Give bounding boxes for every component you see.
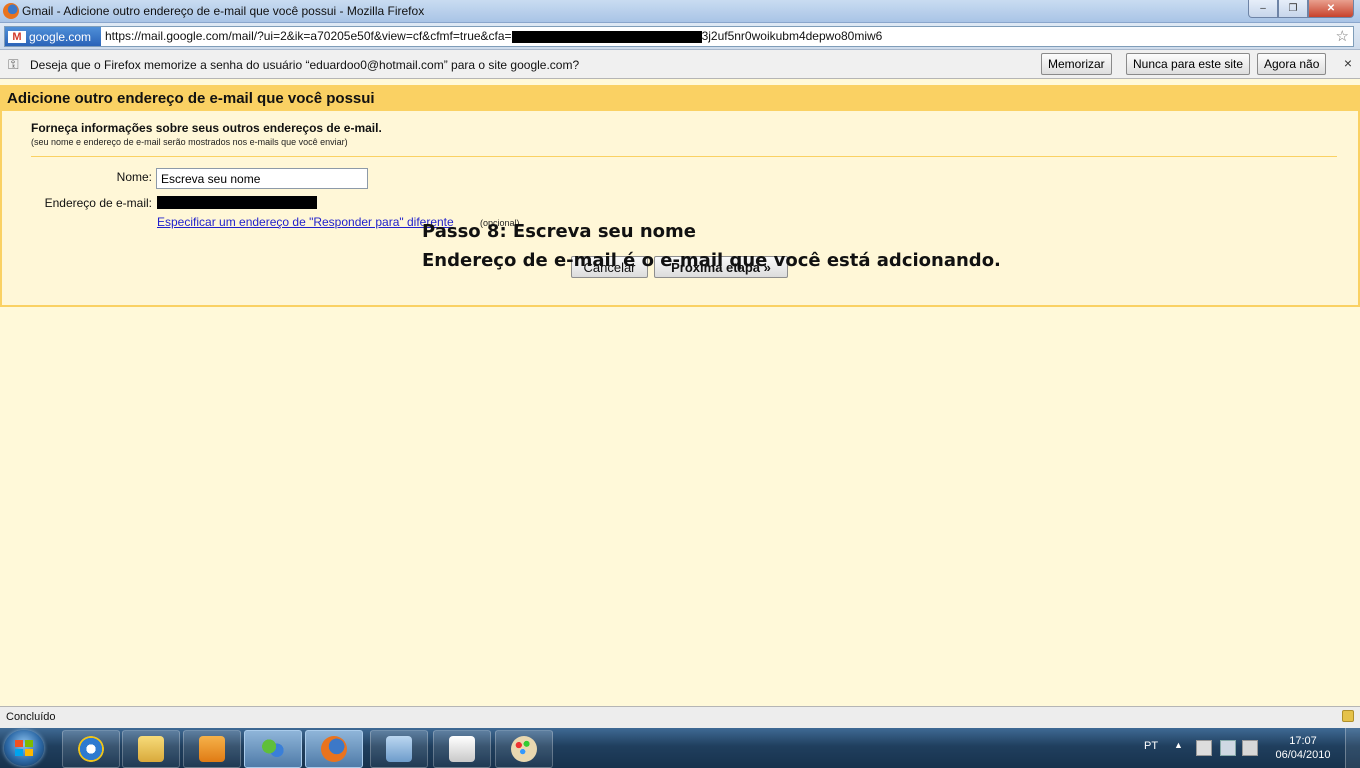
- email-field-redacted[interactable]: [157, 196, 317, 209]
- redacted-block: [511, 30, 702, 43]
- page-title: Adicione outro endereço de e-mail que vo…: [7, 90, 375, 107]
- taskbar-internet-explorer[interactable]: [62, 730, 120, 768]
- name-input[interactable]: [156, 168, 368, 189]
- taskbar-media-player[interactable]: [183, 730, 241, 768]
- minimize-button[interactable]: –: [1248, 0, 1278, 18]
- gmail-icon: M: [8, 30, 26, 43]
- intro-heading: Forneça informações sobre seus outros en…: [31, 121, 382, 135]
- add-email-panel: Adicione outro endereço de e-mail que vo…: [0, 85, 1360, 307]
- key-icon: ⚿: [8, 56, 19, 72]
- action-center-icon[interactable]: [1196, 740, 1212, 756]
- paint-icon: [511, 736, 537, 762]
- jcreator-icon: [386, 736, 412, 762]
- email-label: Endereço de e-mail:: [44, 196, 152, 210]
- windows-logo-icon: [15, 740, 33, 756]
- volume-icon[interactable]: [1242, 740, 1258, 756]
- site-identity-label: google.com: [29, 29, 92, 44]
- status-text: Concluído: [6, 711, 56, 723]
- language-indicator[interactable]: PT: [1144, 740, 1158, 752]
- password-notification-bar: ⚿ Deseja que o Firefox memorize a senha …: [0, 50, 1360, 79]
- firefox-icon: [321, 736, 347, 762]
- site-identity-button[interactable]: M google.com: [5, 27, 101, 46]
- window-title: Gmail - Adicione outro endereço de e-mai…: [22, 4, 425, 18]
- taskbar-paint[interactable]: [495, 730, 553, 768]
- name-label: Nome:: [116, 170, 152, 184]
- taskbar-firefox[interactable]: [305, 730, 363, 768]
- never-save-button[interactable]: Nunca para este site: [1126, 53, 1251, 75]
- taskbar-notepad[interactable]: [433, 730, 491, 768]
- notepad-icon: [449, 736, 475, 762]
- maximize-button[interactable]: ❐: [1278, 0, 1308, 18]
- media-player-icon: [199, 736, 225, 762]
- internet-explorer-icon: [78, 736, 104, 762]
- close-notification-icon[interactable]: ×: [1344, 55, 1352, 71]
- intro-subtext: (seu nome e endereço de e-mail serão mos…: [31, 137, 348, 147]
- start-button[interactable]: [4, 730, 44, 766]
- taskbar-explorer[interactable]: [122, 730, 180, 768]
- taskbar-jcreator[interactable]: [370, 730, 428, 768]
- page-content: Adicione outro endereço de e-mail que vo…: [0, 79, 1360, 706]
- lock-icon: [1342, 710, 1354, 722]
- taskbar-messenger[interactable]: [244, 730, 302, 768]
- folder-icon: [138, 736, 164, 762]
- tutorial-step-text: Passo 8: Escreva seu nome: [422, 221, 696, 242]
- status-bar: Concluído: [0, 706, 1360, 729]
- navigation-bar: M google.com https://mail.google.com/mai…: [0, 23, 1360, 50]
- address-bar[interactable]: M google.com https://mail.google.com/mai…: [4, 26, 1354, 47]
- network-icon[interactable]: [1220, 740, 1236, 756]
- system-tray: PT ▲ 17:07 06/04/2010: [1138, 728, 1360, 768]
- reply-to-link[interactable]: Especificar um endereço de "Responder pa…: [157, 215, 454, 229]
- show-hidden-icons-icon[interactable]: ▲: [1174, 740, 1183, 750]
- password-message: Deseja que o Firefox memorize a senha do…: [30, 58, 580, 72]
- clock-time: 17:07: [1289, 735, 1317, 747]
- bookmark-star-icon[interactable]: ☆: [1336, 27, 1349, 45]
- window-title-bar: Gmail - Adicione outro endereço de e-mai…: [0, 0, 1360, 23]
- divider: [31, 156, 1337, 157]
- url-prefix: https://mail.google.com/mail/?ui=2&ik=a7…: [105, 29, 512, 43]
- tutorial-note-text: Endereço de e-mail é o e-mail que você e…: [422, 250, 1001, 271]
- firefox-icon: [3, 3, 19, 19]
- panel-header: Adicione outro endereço de e-mail que vo…: [2, 87, 1358, 111]
- url-suffix: 3j2uf5nr0woikubm4depwo80miw6: [701, 29, 883, 43]
- url-text[interactable]: https://mail.google.com/mail/?ui=2&ik=a7…: [105, 29, 882, 43]
- show-desktop-button[interactable]: [1345, 728, 1360, 768]
- close-button[interactable]: ✕: [1308, 0, 1354, 18]
- not-now-button[interactable]: Agora não: [1257, 53, 1327, 75]
- taskbar: PT ▲ 17:07 06/04/2010: [0, 728, 1360, 768]
- clock-date: 06/04/2010: [1275, 749, 1331, 761]
- messenger-icon: [260, 736, 286, 762]
- remember-password-button[interactable]: Memorizar: [1041, 53, 1112, 75]
- clock[interactable]: 17:07 06/04/2010: [1268, 734, 1338, 762]
